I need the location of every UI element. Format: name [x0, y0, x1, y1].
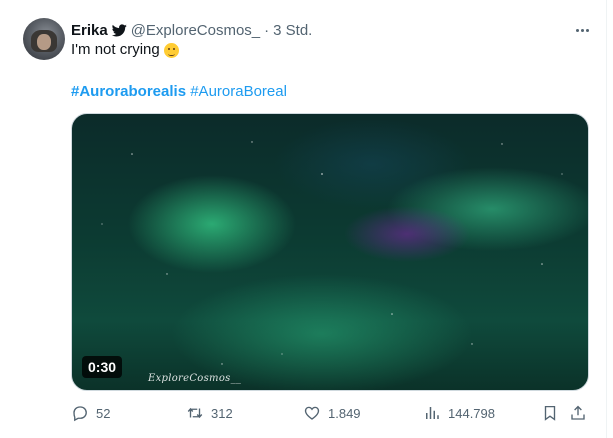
retweet-button[interactable]: 312 — [186, 404, 233, 422]
author-handle[interactable]: @ExploreCosmos_ — [131, 22, 260, 39]
views-button[interactable]: 144.798 — [423, 404, 495, 422]
tweet-text-body: I'm not crying — [71, 41, 160, 58]
bookmark-icon — [544, 405, 556, 421]
emoji-icon — [163, 42, 179, 58]
retweet-icon — [187, 407, 203, 419]
tweet-text: I'm not crying — [71, 40, 179, 60]
share-icon — [571, 405, 585, 420]
tweet-header: Erika @ExploreCosmos_ · 3 Std. — [71, 20, 312, 40]
video-watermark: ExploreCosmos__ — [148, 373, 242, 384]
heart-icon — [304, 406, 320, 420]
hashtag-auroraborealis[interactable]: #Auroraborealis — [71, 83, 186, 100]
author-name[interactable]: Erika — [71, 22, 108, 39]
bird-icon — [111, 23, 127, 36]
views-icon — [426, 407, 439, 419]
retweet-count: 312 — [211, 405, 233, 421]
avatar[interactable] — [23, 18, 65, 60]
video-player[interactable]: 0:30 ExploreCosmos__ — [71, 113, 589, 391]
timestamp[interactable]: 3 Std. — [273, 22, 312, 39]
more-icon[interactable] — [572, 22, 592, 38]
hashtags: #Auroraborealis #AuroraBoreal — [71, 82, 287, 102]
tweet[interactable]: Erika @ExploreCosmos_ · 3 Std. I'm not c… — [0, 0, 607, 438]
hashtag-auroraboreal[interactable]: #AuroraBoreal — [190, 83, 287, 100]
action-bar: 52 312 1.849 144.798 — [71, 404, 589, 424]
like-count: 1.849 — [328, 405, 361, 421]
bookmark-button[interactable] — [541, 404, 559, 422]
avatar-face — [37, 34, 51, 50]
video-duration: 0:30 — [82, 356, 123, 378]
aurora-video-frame — [101, 141, 563, 365]
views-count: 144.798 — [448, 405, 495, 421]
reply-count: 52 — [96, 405, 111, 421]
separator-dot: · — [264, 21, 270, 39]
reply-button[interactable]: 52 — [71, 404, 110, 422]
reply-icon — [73, 406, 87, 422]
like-button[interactable]: 1.849 — [303, 404, 361, 422]
share-button[interactable] — [569, 404, 587, 422]
